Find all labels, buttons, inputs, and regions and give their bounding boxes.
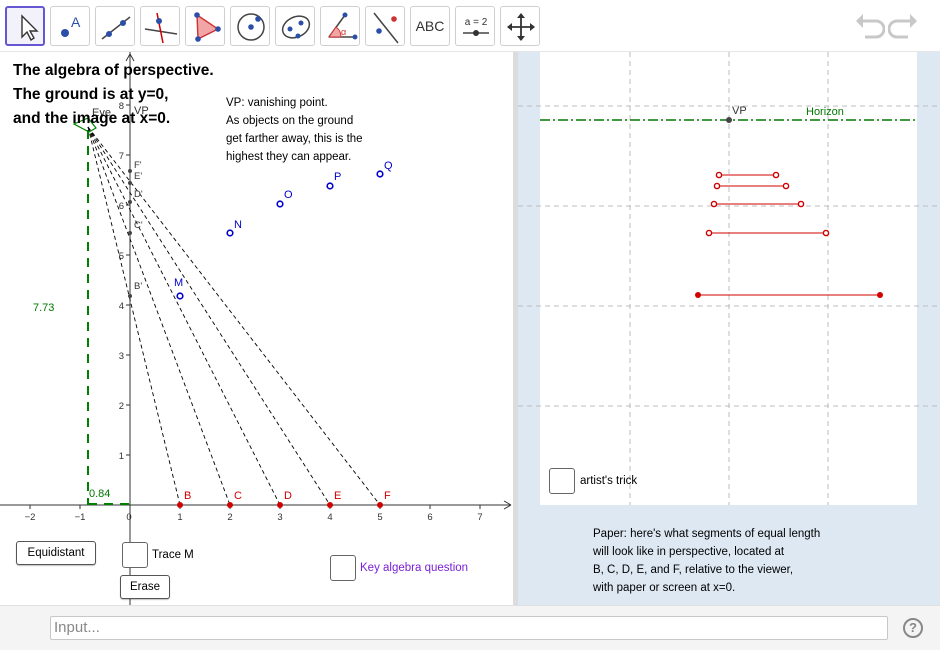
ground-point-label: E — [334, 490, 341, 502]
ground-point-label: B — [184, 490, 191, 502]
tool-move[interactable] — [5, 6, 45, 46]
tool-text[interactable]: ABC — [410, 6, 450, 46]
blue-point-label: O — [284, 189, 293, 201]
image-point-label: C' — [134, 220, 143, 231]
tool-polygon[interactable] — [185, 6, 225, 46]
point-icon: A — [61, 14, 81, 37]
graphics-view-2[interactable]: VP Horizon artist's trick Paper: here's … — [518, 52, 940, 605]
vp-explanation-line: highest they can appear. — [226, 151, 352, 163]
paper-text-line: will look like in perspective, located a… — [593, 546, 785, 558]
vp-label: VP — [732, 105, 747, 117]
vp-explanation-line: get farther away, this is the — [226, 133, 363, 145]
x-tick: 0 — [126, 512, 131, 523]
ground-point-label: D — [284, 490, 292, 502]
tool-move-view[interactable] — [500, 6, 540, 46]
trace-m-checkbox[interactable] — [122, 542, 148, 568]
circle-icon — [237, 13, 265, 41]
x-tick: 1 — [177, 512, 182, 523]
text-icon: ABC — [415, 18, 445, 34]
title-line: The ground is at y=0, — [13, 86, 169, 103]
image-point-label: B' — [134, 281, 142, 292]
ellipse-icon — [281, 15, 311, 39]
paper-text-line: with paper or screen at x=0. — [593, 582, 736, 594]
blue-point-label: M — [174, 277, 183, 289]
algebra-input[interactable]: Input... — [50, 616, 888, 640]
redo-icon — [887, 14, 917, 39]
help-icon[interactable]: ? — [903, 618, 923, 638]
artists-trick-checkbox[interactable] — [549, 468, 575, 494]
x-tick: −1 — [75, 512, 86, 523]
horizon-label: Horizon — [806, 106, 844, 118]
blue-points[interactable] — [176, 170, 384, 300]
polygon-icon — [194, 12, 221, 42]
offset-value: 0.84 — [89, 488, 110, 500]
tool-angle[interactable]: α — [320, 6, 360, 46]
ground-point-label: F — [384, 490, 391, 502]
y-tick: 1 — [119, 451, 124, 462]
x-tick: 7 — [477, 512, 482, 523]
view2-canvas: VP Horizon — [518, 52, 940, 505]
x-tick: 5 — [377, 512, 382, 523]
x-tick: −2 — [25, 512, 36, 523]
svg-text:α: α — [341, 27, 346, 37]
reflect-icon — [373, 12, 399, 44]
vp-point[interactable] — [726, 117, 732, 123]
title-line: and the image at x=0. — [13, 110, 171, 127]
vp-explanation-line: As objects on the ground — [226, 115, 354, 127]
key-question-label: Key algebra question — [360, 562, 469, 574]
y-tick: 3 — [119, 351, 124, 362]
tool-line[interactable] — [95, 6, 135, 46]
svg-text:A: A — [71, 14, 81, 30]
key-question-checkbox[interactable] — [330, 555, 356, 581]
blue-point-label: Q — [384, 160, 393, 172]
blue-point-label: N — [234, 219, 242, 231]
tool-circle[interactable] — [230, 6, 270, 46]
undo-button[interactable] — [853, 10, 886, 47]
graphics-view-1[interactable]: −2 −1 0 1 2 3 4 5 6 7 1 2 3 4 5 6 7 8 7.… — [0, 52, 513, 605]
perspective-segments — [698, 174, 880, 296]
tool-slider[interactable]: a = 2 — [455, 6, 495, 46]
artists-trick-label: artist's trick — [580, 475, 638, 487]
y-tick: 4 — [119, 301, 124, 312]
equidistant-button[interactable]: Equidistant — [16, 541, 96, 565]
tool-ellipse[interactable] — [275, 6, 315, 46]
vp-explanation-line: VP: vanishing point. — [226, 97, 328, 109]
tool-reflect[interactable] — [365, 6, 405, 46]
angle-icon: α — [328, 12, 358, 40]
svg-text:a = 2: a = 2 — [465, 17, 488, 28]
move-arrow-icon — [21, 14, 39, 42]
undo-icon — [856, 14, 886, 39]
input-bar: Input... ? — [0, 605, 940, 650]
y-tick: 7 — [119, 151, 124, 162]
title-line: The algebra of perspective. — [13, 62, 214, 79]
ground-point-label: C — [234, 490, 242, 502]
height-value: 7.73 — [33, 302, 54, 314]
x-tick: 3 — [277, 512, 282, 523]
tool-point[interactable]: A — [50, 6, 90, 46]
x-tick: 4 — [327, 512, 332, 523]
y-tick: 2 — [119, 401, 124, 412]
blue-point-label: P — [334, 171, 341, 183]
erase-button[interactable]: Erase — [120, 575, 170, 599]
geogebra-app: A α ABC a = 2 −2 −1 0 1 2 3 4 5 6 7 1 2 … — [0, 0, 940, 650]
redo-button[interactable] — [887, 10, 920, 47]
perpendicular-line-icon — [144, 12, 178, 44]
paper-text-line: Paper: here's what segments of equal len… — [593, 528, 821, 540]
paper-text-line: B, C, D, E, and F, relative to the viewe… — [593, 564, 794, 576]
image-point-label: E' — [134, 171, 142, 182]
tool-perpendicular[interactable] — [140, 6, 180, 46]
image-point-label: F' — [134, 160, 142, 171]
move-view-icon — [507, 13, 535, 41]
slider-icon: a = 2 — [463, 17, 489, 36]
x-tick: 2 — [227, 512, 232, 523]
x-tick: 6 — [427, 512, 432, 523]
y-tick: 6 — [119, 201, 124, 212]
trace-m-label: Trace M — [152, 549, 194, 561]
toolbar: A α ABC a = 2 — [0, 0, 940, 52]
image-point-label: D' — [134, 189, 143, 200]
line-icon — [101, 16, 131, 40]
